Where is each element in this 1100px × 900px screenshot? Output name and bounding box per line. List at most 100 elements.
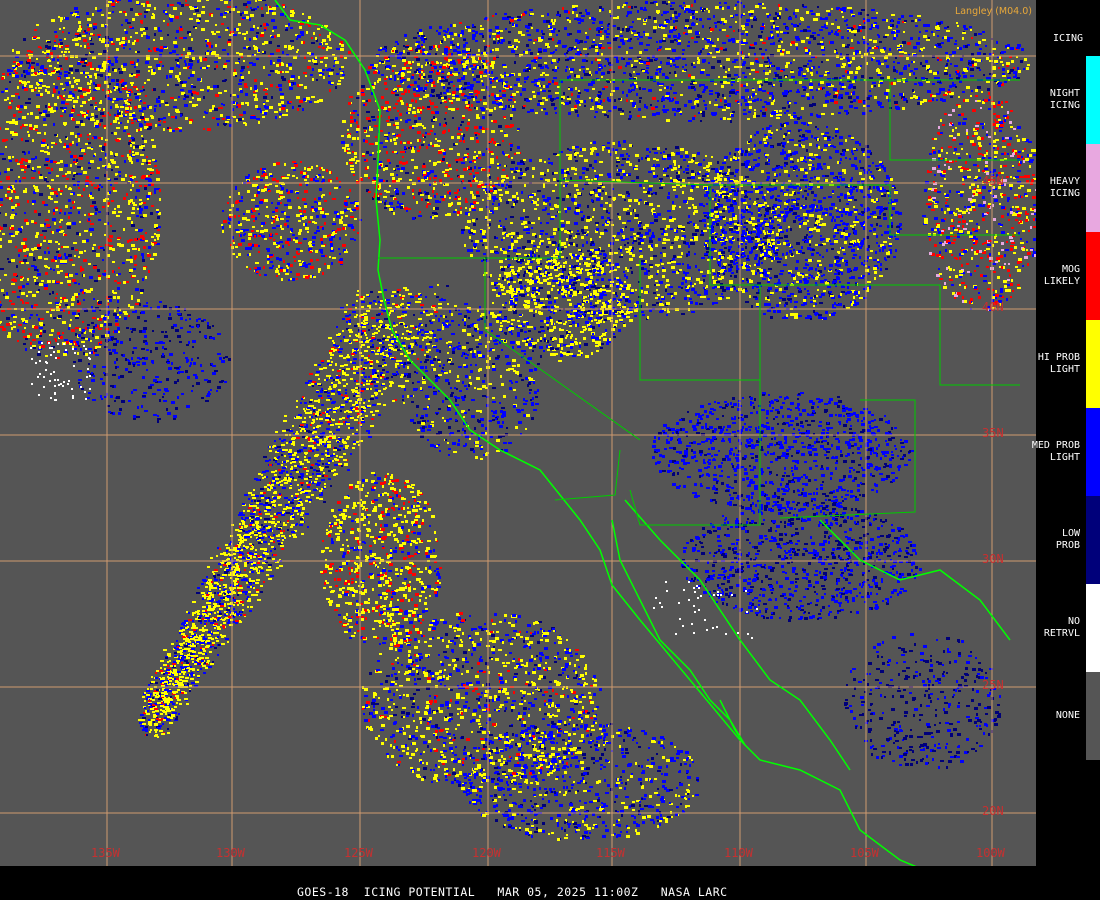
- icing-pixel: [81, 112, 84, 114]
- icing-pixel: [463, 72, 467, 75]
- icing-pixel: [613, 106, 617, 109]
- icing-pixel: [298, 105, 301, 107]
- icing-pixel: [76, 159, 78, 162]
- icing-pixel: [502, 94, 506, 97]
- icing-pixel: [335, 61, 339, 64]
- icing-pixel: [290, 14, 294, 17]
- icing-pixel: [500, 42, 503, 44]
- icing-pixel: [75, 11, 79, 13]
- icing-pixel: [7, 97, 9, 100]
- icing-pixel: [66, 341, 69, 344]
- icing-pixel: [397, 57, 401, 59]
- icing-pixel: [392, 50, 394, 52]
- icing-pixel: [48, 240, 52, 243]
- icing-pixel: [116, 274, 118, 276]
- icing-pixel: [71, 109, 75, 112]
- icing-pixel: [26, 248, 29, 251]
- icing-pixel: [165, 11, 167, 13]
- icing-pixel: [67, 226, 71, 229]
- icing-pixel: [454, 198, 457, 200]
- icing-pixel: [156, 211, 159, 213]
- icing-pixel: [11, 303, 15, 305]
- icing-pixel: [497, 38, 499, 40]
- icing-pixel: [493, 41, 496, 44]
- icing-pixel: [329, 32, 331, 35]
- icing-pixel: [443, 124, 446, 127]
- icing-pixel: [587, 53, 589, 55]
- icing-pixel: [379, 193, 382, 195]
- icing-pixel: [245, 102, 249, 104]
- icing-pixel: [131, 212, 135, 214]
- icing-pixel: [277, 34, 280, 37]
- icing-pixel: [9, 102, 11, 104]
- icing-pixel: [73, 175, 75, 177]
- icing-pixel: [69, 143, 72, 146]
- icing-pixel: [156, 64, 160, 67]
- icing-pixel: [479, 57, 481, 60]
- icing-pixel: [205, 40, 207, 42]
- icing-pixel: [788, 105, 790, 108]
- icing-pixel: [478, 49, 480, 52]
- icing-pixel: [27, 113, 29, 115]
- icing-pixel: [447, 87, 451, 89]
- icing-pixel: [92, 228, 94, 231]
- icing-pixel: [778, 45, 781, 48]
- icing-pixel: [142, 138, 144, 140]
- icing-pixel: [272, 30, 274, 32]
- icing-pixel: [68, 327, 70, 330]
- icing-pixel: [806, 11, 809, 14]
- icing-pixel: [311, 42, 315, 44]
- icing-pixel: [371, 116, 375, 118]
- icing-pixel: [72, 264, 75, 266]
- icing-pixel: [176, 30, 179, 33]
- icing-pixel: [809, 86, 813, 89]
- icing-pixel: [438, 45, 440, 48]
- icing-pixel: [87, 324, 90, 326]
- icing-pixel: [163, 121, 166, 123]
- icing-pixel: [156, 209, 159, 211]
- icing-pixel: [851, 31, 855, 33]
- icing-pixel: [92, 117, 94, 120]
- icing-pixel: [52, 59, 55, 61]
- icing-pixel: [64, 51, 67, 53]
- icing-pixel: [136, 63, 138, 66]
- icing-pixel: [73, 155, 77, 158]
- icing-pixel: [472, 30, 475, 32]
- icing-pixel: [151, 139, 154, 141]
- icing-pixel: [554, 98, 556, 100]
- icing-pixel: [779, 38, 782, 40]
- icing-pixel: [548, 81, 551, 83]
- icing-pixel: [478, 151, 481, 154]
- icing-pixel: [418, 192, 420, 195]
- icing-pixel: [844, 110, 848, 112]
- icing-pixel: [508, 156, 510, 158]
- icing-pixel: [521, 34, 525, 36]
- icing-pixel: [418, 71, 421, 73]
- icing-pixel: [132, 184, 134, 187]
- icing-pixel: [69, 259, 73, 261]
- icing-pixel: [762, 7, 766, 9]
- icing-pixel: [810, 35, 814, 38]
- icing-pixel: [734, 66, 738, 68]
- icing-pixel: [869, 77, 873, 79]
- icing-pixel: [255, 96, 257, 99]
- icing-pixel: [96, 87, 100, 90]
- icing-pixel: [456, 108, 459, 110]
- icing-pixel: [246, 31, 248, 34]
- icing-pixel: [412, 74, 414, 76]
- icing-pixel: [422, 125, 424, 127]
- icing-pixel: [381, 96, 384, 99]
- icing-pixel: [83, 274, 85, 277]
- icing-pixel: [544, 97, 546, 99]
- icing-pixel: [34, 186, 38, 189]
- icing-pixel: [239, 79, 242, 82]
- icing-pixel: [389, 185, 391, 187]
- icing-pixel: [282, 4, 285, 6]
- icing-pixel: [350, 116, 353, 119]
- icing-pixel: [373, 71, 377, 74]
- icing-pixel: [143, 267, 146, 270]
- icing-pixel: [19, 82, 21, 84]
- icing-pixel: [53, 317, 56, 319]
- icing-pixel: [430, 216, 432, 218]
- icing-pixel: [233, 34, 237, 36]
